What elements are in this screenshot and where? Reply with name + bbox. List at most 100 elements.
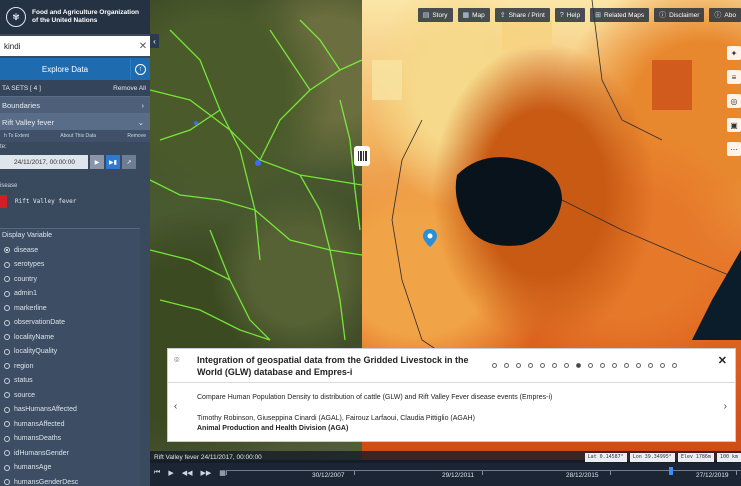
page-dot[interactable] (636, 363, 641, 368)
page-dot[interactable] (672, 363, 677, 368)
book-icon: ▤ (422, 12, 430, 19)
map-button[interactable]: ▦ Map (457, 8, 490, 22)
locate-icon[interactable]: ◎ (727, 94, 741, 108)
explore-data-button[interactable]: Explore Data (0, 58, 130, 80)
low-density-area (502, 20, 552, 50)
share-print-button[interactable]: ⇪ Share / Print (494, 8, 550, 22)
measure-icon[interactable]: ⋯ (727, 142, 741, 156)
variable-option[interactable]: admin1 (0, 287, 140, 302)
variable-option[interactable]: markerline (0, 301, 140, 316)
remove-all-button[interactable]: Remove All (113, 85, 146, 92)
page-dot[interactable] (612, 363, 617, 368)
radio-icon[interactable] (4, 319, 10, 326)
variable-option[interactable]: humansAffected (0, 417, 140, 432)
related-maps-button[interactable]: ⊞ Related Maps (590, 8, 650, 22)
radio-icon[interactable] (4, 247, 10, 254)
page-dot[interactable] (492, 363, 497, 368)
date-field[interactable]: 24/11/2017, 00:00:00 (0, 155, 88, 169)
variable-option[interactable]: status (0, 374, 140, 389)
location-pin-icon: ⌾ (174, 355, 180, 365)
radio-icon[interactable] (4, 421, 10, 428)
variable-label: admin1 (14, 290, 37, 298)
page-dot[interactable] (540, 363, 545, 368)
timeline-track[interactable]: 30/12/2007 29/12/2011 28/12/2015 27/12/2… (226, 467, 741, 484)
compass-icon[interactable]: ✦ (727, 46, 741, 60)
page-dot[interactable] (552, 363, 557, 368)
forward-icon[interactable]: ▶▶ (200, 469, 211, 477)
story-button[interactable]: ▤ Story (417, 8, 453, 22)
variable-option[interactable]: humansAge (0, 461, 140, 476)
map-icon: ▦ (462, 12, 470, 19)
page-dot[interactable] (528, 363, 533, 368)
chevron-down-icon: ⌄ (137, 117, 144, 127)
collapse-sidebar-button[interactable]: ‹ (150, 34, 159, 48)
page-dot[interactable] (648, 363, 653, 368)
radio-icon[interactable] (4, 435, 10, 442)
about-button[interactable]: ⓘ Abo (709, 8, 741, 22)
variable-option[interactable]: region (0, 359, 140, 374)
chart-icon[interactable]: ↗ (122, 155, 136, 169)
skip-back-icon[interactable]: ⏮ (154, 469, 160, 477)
chevron-right-icon[interactable]: › (724, 401, 727, 412)
radio-icon[interactable] (4, 363, 10, 370)
radio-icon[interactable] (4, 406, 10, 413)
radio-icon[interactable] (4, 450, 10, 457)
zoom-to-extent-button[interactable]: h To Extent (4, 133, 29, 139)
disclaimer-button[interactable]: ⓘ Disclaimer (654, 8, 705, 22)
radio-icon[interactable] (4, 334, 10, 341)
variable-option[interactable]: observationDate (0, 316, 140, 331)
page-dot[interactable] (516, 363, 521, 368)
lon-readout: Lon 39.34995° (629, 452, 675, 462)
page-dot[interactable] (504, 363, 509, 368)
page-dot[interactable] (624, 363, 629, 368)
variable-option[interactable]: country (0, 272, 140, 287)
variable-option[interactable]: localityName (0, 330, 140, 345)
layer-rift-valley-fever[interactable]: Rift Valley fever ⌄ (0, 113, 150, 130)
radio-icon[interactable] (4, 479, 10, 486)
radio-icon[interactable] (4, 348, 10, 355)
page-dot[interactable] (600, 363, 605, 368)
layers-icon[interactable]: ≡ (727, 70, 741, 84)
explore-go-button[interactable]: ↑ (130, 58, 150, 80)
radio-icon[interactable] (4, 305, 10, 312)
help-button[interactable]: ? Help (554, 8, 586, 22)
clear-icon[interactable]: ✕ (136, 41, 150, 52)
close-icon[interactable]: ✕ (718, 354, 727, 367)
page-dot[interactable] (588, 363, 593, 368)
radio-icon[interactable] (4, 290, 10, 297)
radio-icon[interactable] (4, 464, 10, 471)
variable-option[interactable]: hasHumansAffected (0, 403, 140, 418)
date-next-button[interactable]: ▶ (90, 155, 104, 169)
variable-option[interactable]: source (0, 388, 140, 403)
calendar-icon[interactable]: ▦ (219, 469, 226, 477)
remove-layer-button[interactable]: Remove (127, 133, 146, 139)
radio-icon[interactable] (4, 392, 10, 399)
map-pin-icon[interactable] (423, 229, 437, 247)
variable-option[interactable]: humansDeaths (0, 432, 140, 447)
map-view[interactable]: ▤ Story ▦ Map ⇪ Share / Print ? Help ⊞ Relate… (150, 0, 741, 486)
variable-option[interactable]: disease (0, 243, 140, 258)
radio-icon[interactable] (4, 377, 10, 384)
variable-label: humansAffected (14, 420, 65, 428)
variable-option[interactable]: humansGenderDesc (0, 475, 140, 486)
variable-label: serotypes (14, 261, 45, 269)
variable-option[interactable]: idHumansGender (0, 446, 140, 461)
page-dot[interactable] (660, 363, 665, 368)
swipe-splitter-handle[interactable] (354, 146, 370, 166)
page-dot[interactable] (576, 363, 581, 368)
rewind-icon[interactable]: ◀◀ (182, 469, 193, 477)
about-data-button[interactable]: About This Data (60, 133, 96, 139)
page-dot[interactable] (564, 363, 569, 368)
basemap-icon[interactable]: ▣ (727, 118, 741, 132)
radio-icon[interactable] (4, 261, 10, 268)
date-play-button[interactable]: ▶▮ (106, 155, 120, 169)
datasets-header: TA SETS [ 4 ] Remove All (0, 80, 150, 96)
timeline-handle[interactable] (669, 467, 673, 475)
layer-boundaries[interactable]: Boundaries › (0, 96, 150, 113)
variable-option[interactable]: serotypes (0, 258, 140, 273)
radio-icon[interactable] (4, 276, 10, 283)
variable-option[interactable]: localityQuality (0, 345, 140, 360)
search-input[interactable] (0, 41, 136, 51)
play-icon[interactable]: ▶ (168, 469, 173, 477)
chevron-left-icon[interactable]: ‹ (174, 401, 177, 412)
